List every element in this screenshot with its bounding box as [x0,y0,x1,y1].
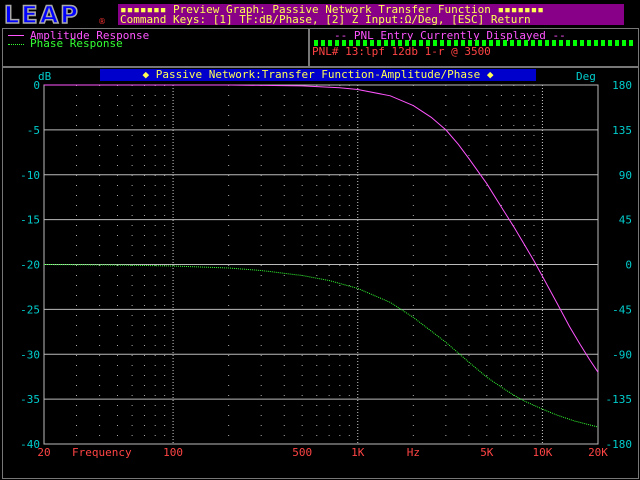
y-tick-label: -35 [20,393,40,406]
transfer-function-chart: 0-5-10-15-20-25-30-35-4018013590450-45-9… [20,79,633,459]
y2-tick-label: 180 [612,79,632,92]
y2-tick-label: -180 [606,438,633,451]
x-tick-label: 20K [588,446,608,459]
x-tick-label: 500 [292,446,312,459]
amplitude-response-line [44,84,599,373]
y2-tick-label: 45 [619,214,632,227]
x-tick-label: 1K [351,446,365,459]
y-tick-label: -10 [20,169,40,182]
y2-tick-label: 135 [612,124,632,137]
y2-tick-label: -45 [612,303,632,316]
y2-tick-label: 90 [619,169,632,182]
x-tick-label: 20 [37,446,50,459]
y2-tick-label: -135 [606,393,633,406]
x-axis-label: Frequency [72,446,132,459]
phase-response-line [43,264,599,428]
x-tick-label: 100 [163,446,183,459]
y-tick-label: 0 [33,79,40,92]
x-tick-label: 10K [532,446,552,459]
x-unit-label: Hz [407,446,420,459]
x-tick-label: 5K [480,446,494,459]
y-tick-label: -5 [27,124,40,137]
y-tick-label: -15 [20,214,40,227]
y-tick-label: -30 [20,348,40,361]
y2-tick-label: -90 [612,348,632,361]
y-tick-label: -25 [20,303,40,316]
y2-tick-label: 0 [625,259,632,272]
y-tick-label: -20 [20,259,40,272]
